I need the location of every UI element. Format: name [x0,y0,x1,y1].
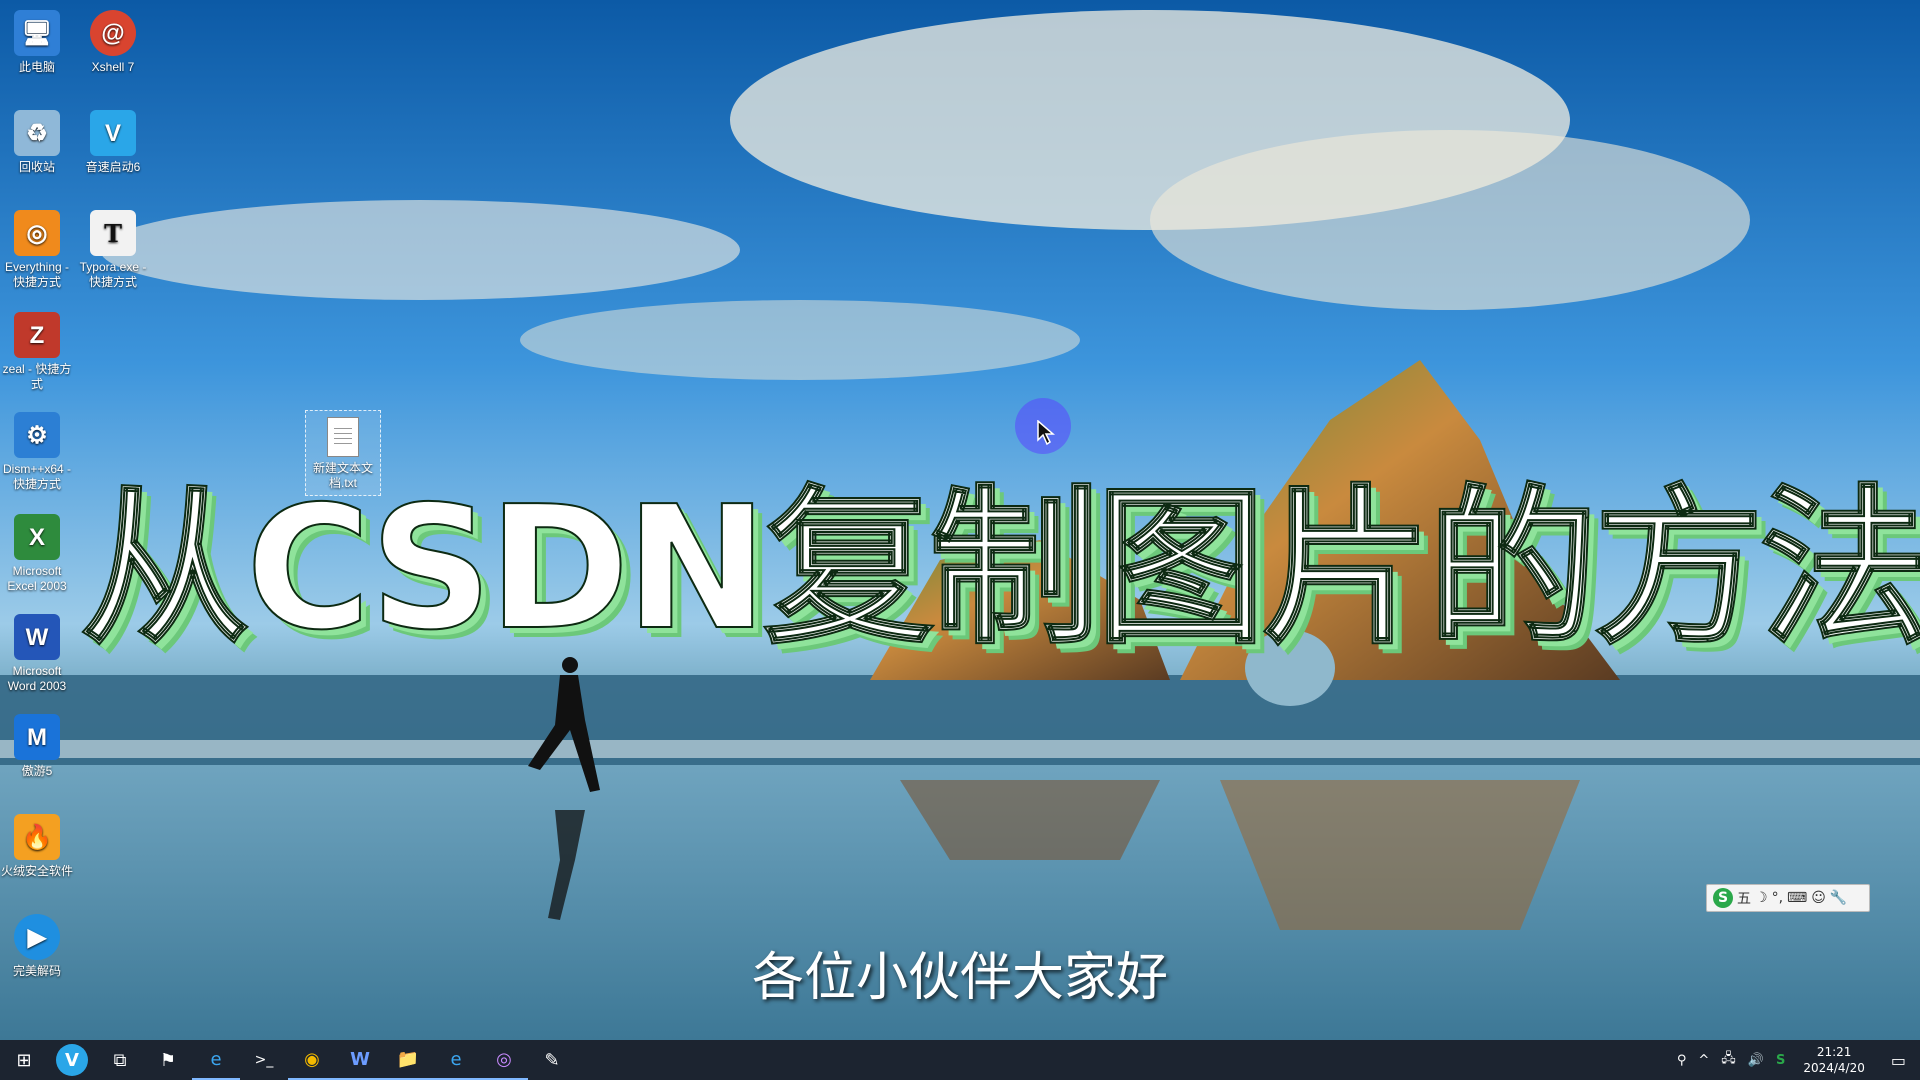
desktop-icon-this-pc[interactable]: 🖥 此电脑 [0,10,74,75]
taskbar-edge-icon[interactable]: e [192,1040,240,1080]
xshell-icon: @ [90,10,136,56]
notification-center-icon[interactable]: ▭ [1877,1051,1920,1070]
ime-mode[interactable]: 五 [1737,888,1751,908]
desktop-icon-recycle-bin[interactable]: ♻ 回收站 [0,110,74,175]
ime-tools-icon[interactable]: 🔧 [1830,890,1847,906]
taskbar-file-explorer-icon[interactable]: 📁 [384,1040,432,1080]
ime-moon-icon[interactable]: ☽ [1755,890,1768,906]
word-icon: W [14,614,60,660]
ime-punctuation-icon[interactable]: °, [1772,890,1783,906]
ime-keyboard-icon[interactable]: ⌨ [1787,890,1807,906]
mouse-cursor-icon [1037,420,1056,446]
desktop-icon-dism[interactable]: ⚙ Dism++x64 - 快捷方式 [0,412,74,492]
desktop-icon-label: 此电脑 [18,60,55,74]
desktop-icon-xshell[interactable]: @ Xshell 7 [76,10,150,75]
desktop-icon-label: 傲游5 [21,764,53,778]
desktop-icon-label: 音速启动6 [85,160,141,174]
taskbar-terminal-icon[interactable]: >_ [240,1040,288,1080]
v-logo-icon: V [90,110,136,156]
desktop-icon-huorong[interactable]: 🔥 火绒安全软件 [0,814,74,879]
gear-shield-icon: ⚙ [14,412,60,458]
sogou-logo-icon: S [1713,888,1733,908]
tray-show-hidden-icon[interactable]: ^ [1692,1053,1715,1068]
taskbar-flag-icon[interactable]: ⚑ [144,1040,192,1080]
ime-toolbar[interactable]: S 五 ☽ °, ⌨ ☺ 🔧 [1706,884,1870,912]
video-subtitle: 各位小伙伴大家好 [751,948,1168,1008]
desktop-icon-speed-launcher[interactable]: V 音速启动6 [76,110,150,175]
desktop-icon-label: Everything - 快捷方式 [4,260,70,289]
zeal-book-icon: Z [14,312,60,358]
tray-volume-icon[interactable]: 🔊 [1742,1053,1770,1068]
computer-icon: 🖥 [14,10,60,56]
desktop-icon-label: Xshell 7 [91,60,135,74]
system-tray: ⚲ ^ 🖧 🔊 S 21:21 2024/4/20 ▭ [1671,1040,1920,1080]
taskbar-word-icon[interactable]: W [336,1040,384,1080]
task-view-icon[interactable]: ⧉ [96,1040,144,1080]
desktop-icon-label: 回收站 [18,160,55,174]
desktop-icon-label: zeal - 快捷方式 [2,362,72,391]
taskbar-clock[interactable]: 21:21 2024/4/20 [1791,1044,1877,1076]
desktop-icon-label: Microsoft Word 2003 [7,664,67,693]
taskbar-app-icon[interactable]: ✎ [528,1040,576,1080]
taskbar-edge-2-icon[interactable]: e [432,1040,480,1080]
desktop-icon-excel[interactable]: X Microsoft Excel 2003 [0,514,74,594]
video-title-overlay: 从CSDN复制图片的方法 [79,469,1920,669]
clock-date: 2024/4/20 [1803,1061,1865,1075]
desktop-icon-zeal[interactable]: Z zeal - 快捷方式 [0,312,74,392]
desktop-icon-label: 火绒安全软件 [0,864,73,878]
flame-shield-icon: 🔥 [14,814,60,860]
tray-network-icon[interactable]: 🖧 [1715,1049,1742,1071]
taskbar-chrome-icon[interactable]: ◉ [288,1040,336,1080]
tray-ime-icon[interactable]: S [1770,1053,1791,1068]
desktop-icon-label: Microsoft Excel 2003 [7,564,67,593]
taskbar-obs-icon[interactable]: ◎ [480,1040,528,1080]
maxthon-icon: M [14,714,60,760]
ime-user-icon[interactable]: ☺ [1811,890,1826,906]
desktop-icon-label: Dism++x64 - 快捷方式 [2,462,72,491]
desktop-icon-word[interactable]: W Microsoft Word 2003 [0,614,74,694]
excel-icon: X [14,514,60,560]
recycle-bin-icon: ♻ [14,110,60,156]
start-button[interactable]: ⊞ [0,1040,48,1080]
taskbar-launcher-icon[interactable]: V [56,1044,88,1076]
magnifier-icon: ◎ [14,210,60,256]
clock-time: 21:21 [1816,1045,1852,1059]
desktop-icon-typora[interactable]: T Typora.exe - 快捷方式 [76,210,150,290]
tray-people-icon[interactable]: ⚲ [1671,1053,1693,1068]
desktop-icon-label: Typora.exe - 快捷方式 [79,260,147,289]
taskbar: ⊞ V ⧉ ⚑ e >_ ◉ W 📁 e ◎ ✎ ⚲ ^ 🖧 🔊 S 21:21… [0,1040,1920,1080]
desktop-icon-maxthon[interactable]: M 傲游5 [0,714,74,779]
desktop-icon-everything[interactable]: ◎ Everything - 快捷方式 [0,210,74,290]
typora-t-icon: T [90,210,136,256]
